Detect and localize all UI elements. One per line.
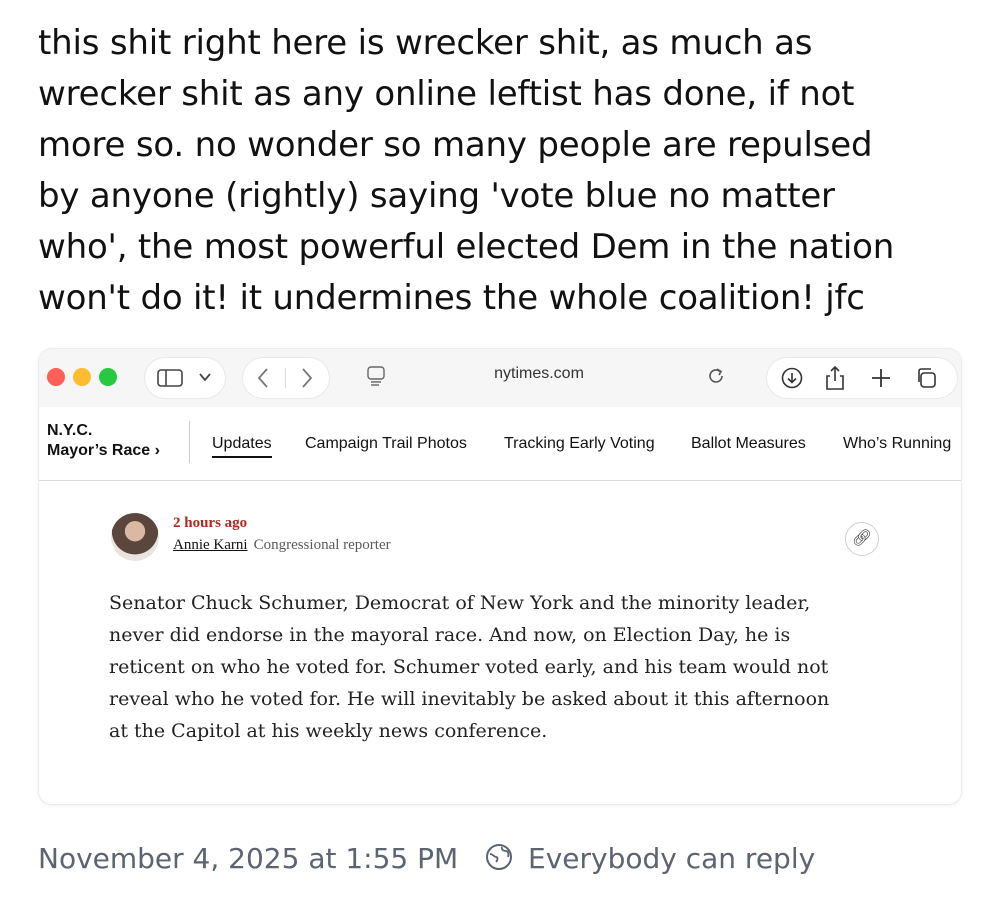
post-line: who', the most powerful elected Dem in t…: [38, 227, 895, 267]
section-title[interactable]: N.Y.C. Mayor’s Race ›: [47, 421, 160, 461]
link-icon: 🔗︎: [851, 530, 873, 547]
body-line: Senator Chuck Schumer, Democrat of New Y…: [109, 592, 811, 614]
body-line: reticent on who he voted for. Schumer vo…: [109, 656, 829, 678]
section-nav: N.Y.C. Mayor’s Race › Updates Campaign T…: [39, 407, 961, 481]
post-text: this shit right here is wrecker shit, as…: [38, 18, 978, 324]
post-date[interactable]: November 4, 2025 at 1:55 PM: [38, 842, 458, 875]
reader-icon[interactable]: [367, 366, 385, 388]
post-line: more so. no wonder so many people are re…: [38, 125, 873, 165]
post-line: won't do it! it undermines the whole coa…: [38, 278, 865, 318]
address-bar[interactable]: nytimes.com: [399, 365, 679, 383]
section-title-line2: Mayor’s Race ›: [47, 442, 160, 459]
tab-ballot-measures[interactable]: Ballot Measures: [691, 435, 806, 453]
chevron-down-icon: [199, 373, 211, 382]
sidebar-icon: [157, 369, 183, 387]
tab-whos-running[interactable]: Who’s Running: [843, 435, 951, 453]
byline: Annie Karni Congressional reporter: [173, 537, 391, 554]
zoom-window-dot[interactable]: [99, 368, 117, 386]
section-title-line1: N.Y.C.: [47, 422, 93, 439]
download-icon[interactable]: [781, 367, 803, 389]
tabs-icon[interactable]: [915, 367, 937, 389]
post-line: by anyone (rightly) saying 'vote blue no…: [38, 176, 835, 216]
copy-link-button[interactable]: 🔗︎: [845, 522, 879, 556]
post-line: this shit right here is wrecker shit, as…: [38, 23, 813, 63]
reply-setting[interactable]: Everybody can reply: [528, 842, 815, 875]
post-footer: November 4, 2025 at 1:55 PM Everybody ca…: [38, 842, 815, 875]
author-link[interactable]: Annie Karni: [173, 537, 248, 553]
share-icon[interactable]: [825, 365, 845, 391]
body-line: reveal who he voted for. He will inevita…: [109, 688, 830, 710]
back-icon[interactable]: [257, 368, 269, 388]
forward-icon[interactable]: [301, 368, 313, 388]
browser-toolbar: nytimes.com: [39, 349, 961, 407]
reply-settings-icon: [486, 844, 513, 870]
tab-tracking-early-voting[interactable]: Tracking Early Voting: [504, 435, 655, 453]
article-body: Senator Chuck Schumer, Democrat of New Y…: [109, 587, 899, 747]
minimize-window-dot[interactable]: [73, 368, 91, 386]
nav-divider: [189, 421, 190, 463]
toolbar-actions: [767, 358, 957, 398]
reload-icon[interactable]: [707, 367, 725, 385]
history-nav: [243, 358, 329, 398]
tab-campaign-trail-photos[interactable]: Campaign Trail Photos: [305, 435, 467, 453]
post-line: wrecker shit as any online leftist has d…: [38, 74, 855, 114]
author-role: Congressional reporter: [253, 537, 391, 553]
sidebar-toggle-button[interactable]: [145, 358, 225, 398]
tab-updates[interactable]: Updates: [212, 435, 272, 458]
body-line: at the Capitol at his weekly news confer…: [109, 720, 548, 742]
new-tab-icon[interactable]: [871, 368, 891, 388]
timestamp: 2 hours ago: [173, 515, 248, 531]
avatar: [111, 513, 159, 561]
embedded-screenshot[interactable]: nytimes.com N.Y.C. Mayor’s Race › Update…: [38, 348, 962, 805]
close-window-dot[interactable]: [47, 368, 65, 386]
body-line: never did endorse in the mayoral race. A…: [109, 624, 791, 646]
